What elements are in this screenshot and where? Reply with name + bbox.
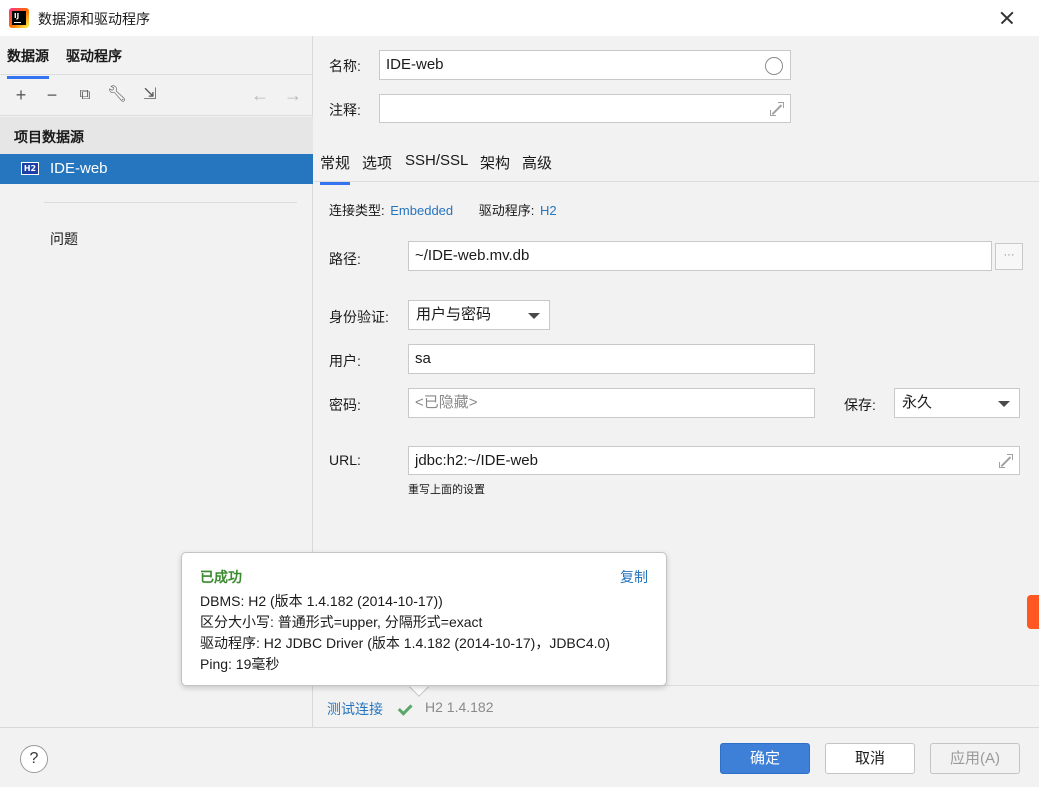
import-icon[interactable]: ⇲ [139, 84, 161, 106]
dbms-line: DBMS: H2 (版本 1.4.182 (2014-10-17)) [200, 593, 443, 609]
divider [44, 202, 297, 203]
apply-button[interactable]: 应用(A) [930, 743, 1020, 774]
dialog-footer: ? 确定 取消 应用(A) [0, 727, 1039, 787]
tab-drivers[interactable]: 驱动程序 [66, 46, 122, 66]
datasource-label: IDE-web [50, 160, 108, 177]
name-label: 名称: [329, 58, 361, 74]
expand-icon[interactable] [770, 102, 784, 116]
tab-options[interactable]: 选项 [362, 152, 392, 173]
test-connection-link[interactable]: 测试连接 [327, 699, 383, 719]
section-title: 项目数据源 [14, 129, 84, 145]
close-icon[interactable] [995, 6, 1019, 30]
datasource-item-ide-web[interactable]: H2 IDE-web [0, 154, 313, 184]
copy-link[interactable]: 复制 [620, 567, 648, 587]
name-value: IDE-web [386, 56, 444, 73]
auth-value: 用户与密码 [416, 306, 492, 323]
side-widget-icon[interactable] [1027, 595, 1039, 629]
tab-ssh-ssl[interactable]: SSH/SSL [405, 152, 468, 169]
driver-label: 驱动程序: [478, 203, 535, 218]
chevron-down-icon [528, 313, 540, 319]
ping-line: Ping: 19毫秒 [200, 656, 280, 672]
settings-tabs: 常规 选项 SSH/SSL 架构 高级 [314, 146, 1039, 185]
save-label: 保存: [844, 397, 876, 413]
forward-arrow-icon[interactable]: → [282, 84, 304, 106]
help-icon[interactable]: ? [20, 745, 48, 773]
password-label: 密码: [329, 397, 361, 413]
app-logo-icon: IJ [9, 8, 29, 28]
url-label: URL: [329, 452, 361, 468]
success-status: 已成功 [200, 569, 242, 585]
color-circle-icon[interactable] [765, 57, 783, 75]
auth-dropdown[interactable]: 用户与密码 [408, 300, 550, 330]
comment-label: 注释: [329, 102, 361, 118]
cancel-button[interactable]: 取消 [825, 743, 915, 774]
project-datasources-header: 项目数据源 [0, 117, 313, 154]
chevron-down-icon [998, 401, 1010, 407]
connection-info-row: 连接类型: Embedded 驱动程序: H2 [329, 200, 557, 219]
tab-general[interactable]: 常规 [320, 152, 351, 185]
duplicate-icon[interactable]: ⧉ [74, 84, 96, 106]
connection-result-popup: 已成功 复制 DBMS: H2 (版本 1.4.182 (2014-10-17)… [181, 552, 667, 686]
ok-button[interactable]: 确定 [720, 743, 810, 774]
conn-type-label: 连接类型: [329, 203, 385, 218]
path-label: 路径: [329, 251, 361, 267]
check-icon [399, 702, 413, 712]
wrench-icon[interactable]: 🔧︎ [106, 84, 128, 106]
comment-field[interactable] [379, 94, 791, 123]
conn-type-link[interactable]: Embedded [390, 203, 453, 218]
path-field[interactable]: ~/IDE-web.mv.db [408, 241, 992, 271]
user-label: 用户: [329, 353, 361, 369]
password-field[interactable]: <已隐藏> [408, 388, 815, 418]
left-tabs: 数据源 驱动程序 [0, 36, 313, 79]
driver-link[interactable]: H2 [540, 203, 557, 218]
save-dropdown[interactable]: 永久 [894, 388, 1020, 418]
path-value: ~/IDE-web.mv.db [415, 247, 530, 264]
user-value: sa [415, 350, 431, 367]
name-field[interactable]: IDE-web [379, 50, 791, 80]
user-field[interactable]: sa [408, 344, 815, 374]
url-note: 重写上面的设置 [408, 484, 485, 496]
url-field[interactable]: jdbc:h2:~/IDE-web [408, 446, 1020, 475]
case-line: 区分大小写: 普通形式=upper, 分隔形式=exact [200, 614, 483, 630]
back-arrow-icon[interactable]: ← [249, 84, 271, 106]
driver-version-text: H2 1.4.182 [425, 699, 494, 715]
remove-icon[interactable]: − [41, 84, 63, 106]
driver-line: 驱动程序: H2 JDBC Driver (版本 1.4.182 (2014-1… [200, 635, 611, 651]
url-value: jdbc:h2:~/IDE-web [415, 452, 538, 469]
password-placeholder: <已隐藏> [415, 394, 478, 411]
tab-schemas[interactable]: 架构 [480, 152, 510, 173]
add-icon[interactable]: + [10, 84, 32, 106]
tab-datasources[interactable]: 数据源 [7, 46, 49, 79]
browse-button[interactable]: ··· [995, 243, 1023, 270]
datasource-toolbar: + − ⧉ 🔧︎ ⇲ ← → [0, 76, 313, 116]
problems-item[interactable]: 问题 [50, 229, 78, 249]
window-title: 数据源和驱动程序 [38, 11, 150, 27]
auth-label: 身份验证: [329, 309, 389, 325]
expand-icon[interactable] [999, 454, 1013, 468]
save-value: 永久 [902, 394, 933, 411]
h2-database-icon: H2 [21, 162, 39, 175]
tab-advanced[interactable]: 高级 [522, 152, 552, 173]
title-bar: IJ 数据源和驱动程序 [0, 0, 1039, 36]
